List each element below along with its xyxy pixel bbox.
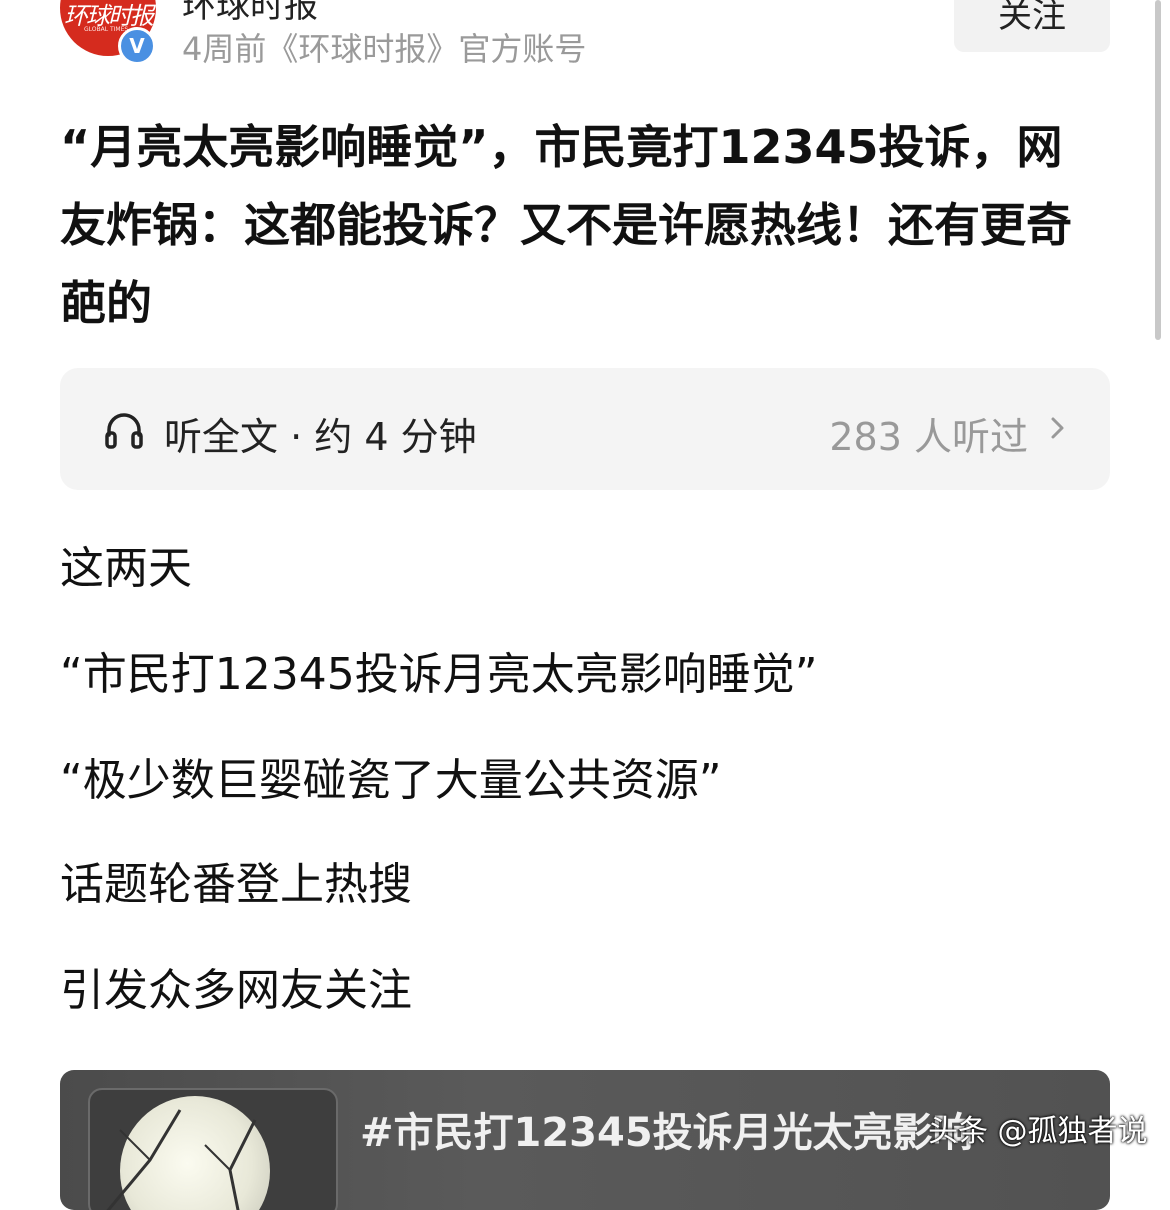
headphones-icon (105, 413, 143, 449)
follow-button[interactable]: 关注 (954, 0, 1110, 52)
card-thumbnail (88, 1088, 338, 1210)
verified-badge-icon: V (118, 27, 156, 65)
listen-label: 听全文 · 约 4 分钟 (164, 415, 477, 459)
post-meta: 4周前《环球时报》官方账号 (182, 30, 587, 68)
paragraph-5: 引发众多网友关注 (60, 965, 412, 1016)
tree-branches-image (106, 1109, 257, 1210)
article-title: “月亮太亮影响睡觉”，市民竟打12345投诉，网友炸锅：这都能投诉？又不是许愿热… (60, 120, 1072, 330)
paragraph-1: 这两天 (60, 543, 192, 594)
paragraph-4: 话题轮番登上热搜 (60, 859, 412, 910)
watermark: 头条 @孤独者说 (928, 1114, 1148, 1149)
account-name[interactable]: 环球时报 (182, 0, 318, 27)
listen-count: 283 人听过 (829, 415, 1028, 459)
paragraph-3: “极少数巨婴碰瓷了大量公共资源” (60, 755, 722, 806)
listen-full-text-bar[interactable]: 听全文 · 约 4 分钟 283 人听过 (60, 368, 1110, 490)
card-title: #市民打12345投诉月光太亮影响 (360, 1110, 973, 1156)
avatar-logo-subtext: GLOBAL TIMES (84, 26, 129, 33)
paragraph-2: “市民打12345投诉月亮太亮影响睡觉” (60, 649, 818, 700)
chevron-right-icon (1051, 417, 1064, 439)
scrollbar[interactable] (1155, 0, 1161, 340)
